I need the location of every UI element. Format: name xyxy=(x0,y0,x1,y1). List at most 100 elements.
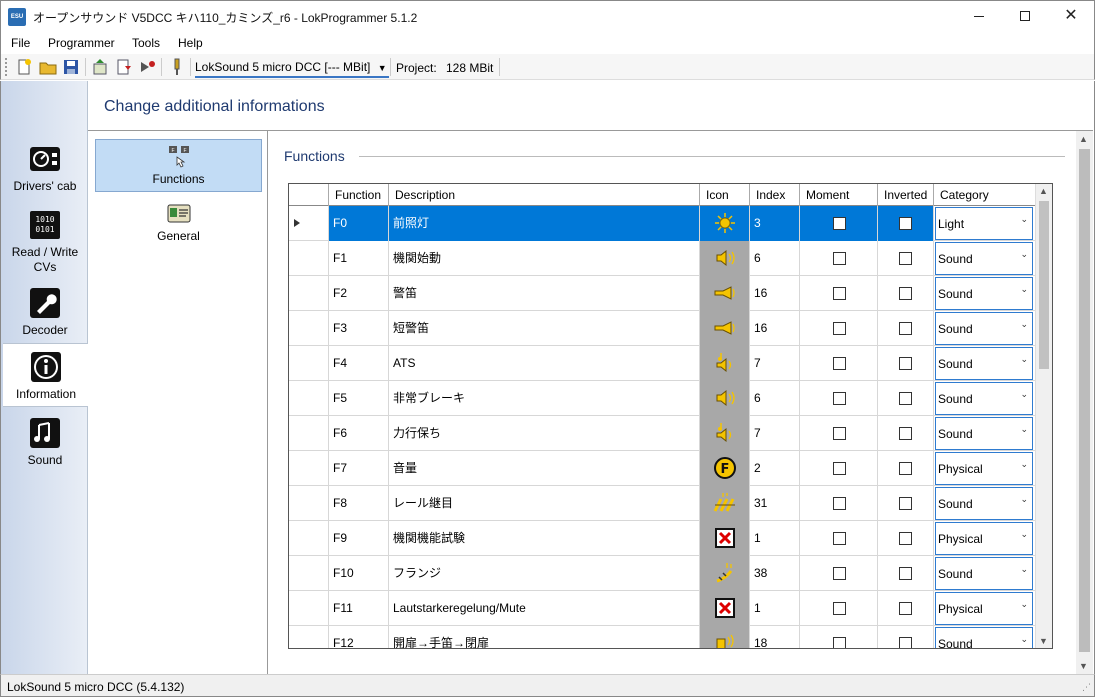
table-row[interactable]: F3 短警笛 16 Sound ⌄ xyxy=(289,311,1036,346)
icon-cell[interactable] xyxy=(700,311,750,346)
function-cell[interactable]: F5 xyxy=(329,381,389,416)
inverted-checkbox[interactable] xyxy=(899,532,912,545)
inverted-checkbox[interactable] xyxy=(899,567,912,580)
icon-cell[interactable] xyxy=(700,346,750,381)
moment-checkbox[interactable] xyxy=(833,427,846,440)
menu-help[interactable]: Help xyxy=(178,36,203,50)
category-select[interactable]: Sound ⌄ xyxy=(935,627,1033,648)
inverted-checkbox[interactable] xyxy=(899,602,912,615)
function-cell[interactable]: F1 xyxy=(329,241,389,276)
column-header-moment[interactable]: Moment xyxy=(800,184,878,206)
icon-cell[interactable] xyxy=(700,591,750,626)
description-cell[interactable]: フランジ xyxy=(389,556,700,591)
table-row[interactable]: F2 警笛 16 Sound ⌄ xyxy=(289,276,1036,311)
moment-checkbox[interactable] xyxy=(833,357,846,370)
function-cell[interactable]: F12 xyxy=(329,626,389,648)
description-cell[interactable]: 前照灯 xyxy=(389,206,700,241)
index-cell[interactable]: 2 xyxy=(750,451,800,486)
write-to-decoder-icon[interactable] xyxy=(115,58,133,76)
moment-checkbox[interactable] xyxy=(833,532,846,545)
index-cell[interactable]: 3 xyxy=(750,206,800,241)
panel-vertical-scrollbar[interactable]: ▲ ▼ xyxy=(1076,131,1093,674)
function-cell[interactable]: F6 xyxy=(329,416,389,451)
save-icon[interactable] xyxy=(62,58,80,76)
row-header-cell[interactable] xyxy=(289,626,329,648)
icon-cell[interactable] xyxy=(700,556,750,591)
menu-programmer[interactable]: Programmer xyxy=(48,36,115,50)
icon-cell[interactable] xyxy=(700,241,750,276)
category-select[interactable]: Sound ⌄ xyxy=(935,382,1033,415)
category-select[interactable]: Physical ⌄ xyxy=(935,452,1033,485)
grid-vertical-scrollbar[interactable]: ▲ ▼ xyxy=(1035,184,1052,648)
table-row[interactable]: F6 力行保ち 7 Sound ⌄ xyxy=(289,416,1036,451)
nav-read-write-cvs[interactable]: 1010 0101 Read / Write CVs xyxy=(1,209,89,275)
scroll-down-icon[interactable]: ▼ xyxy=(1079,661,1088,671)
row-header-cell[interactable] xyxy=(289,416,329,451)
icon-cell[interactable]: F xyxy=(700,451,750,486)
function-cell[interactable]: F11 xyxy=(329,591,389,626)
description-cell[interactable]: 警笛 xyxy=(389,276,700,311)
inverted-checkbox[interactable] xyxy=(899,287,912,300)
resize-grip-icon[interactable]: ⋰ xyxy=(1082,682,1091,693)
column-header-description[interactable]: Description xyxy=(389,184,700,206)
column-header-function[interactable]: Function xyxy=(329,184,389,206)
moment-checkbox[interactable] xyxy=(833,462,846,475)
close-button[interactable]: ✕ xyxy=(1048,1,1094,31)
table-row[interactable]: F5 非常ブレーキ 6 Sound ⌄ xyxy=(289,381,1036,416)
row-header-cell[interactable] xyxy=(289,346,329,381)
column-header-icon[interactable]: Icon xyxy=(700,184,750,206)
scroll-up-icon[interactable]: ▲ xyxy=(1039,186,1048,196)
row-header-cell[interactable] xyxy=(289,241,329,276)
column-header-index[interactable]: Index xyxy=(750,184,800,206)
icon-cell[interactable] xyxy=(700,486,750,521)
icon-cell[interactable] xyxy=(700,276,750,311)
moment-checkbox[interactable] xyxy=(833,602,846,615)
icon-cell[interactable] xyxy=(700,416,750,451)
moment-checkbox[interactable] xyxy=(833,287,846,300)
description-cell[interactable]: ATS xyxy=(389,346,700,381)
index-cell[interactable]: 31 xyxy=(750,486,800,521)
inverted-checkbox[interactable] xyxy=(899,637,912,648)
moment-checkbox[interactable] xyxy=(833,637,846,648)
menu-file[interactable]: File xyxy=(11,36,30,50)
inverted-checkbox[interactable] xyxy=(899,497,912,510)
table-row[interactable]: F0 前照灯 3 Light ⌄ xyxy=(289,206,1036,241)
nav-sound[interactable]: Sound xyxy=(1,417,89,468)
functions-grid[interactable]: Function Description Icon Index Moment I… xyxy=(288,183,1053,649)
subnav-general[interactable]: General xyxy=(95,197,262,250)
row-header-cell[interactable] xyxy=(289,311,329,346)
category-select[interactable]: Sound ⌄ xyxy=(935,242,1033,275)
moment-checkbox[interactable] xyxy=(833,322,846,335)
index-cell[interactable]: 18 xyxy=(750,626,800,648)
moment-checkbox[interactable] xyxy=(833,217,846,230)
icon-cell[interactable] xyxy=(700,206,750,241)
index-cell[interactable]: 38 xyxy=(750,556,800,591)
table-row[interactable]: F1 機関始動 6 Sound ⌄ xyxy=(289,241,1036,276)
index-cell[interactable]: 7 xyxy=(750,416,800,451)
programmer-connection-icon[interactable] xyxy=(168,58,186,76)
write-sound-icon[interactable] xyxy=(138,58,156,76)
description-cell[interactable]: 機関始動 xyxy=(389,241,700,276)
row-header-cell[interactable] xyxy=(289,486,329,521)
description-cell[interactable]: レール継目 xyxy=(389,486,700,521)
moment-checkbox[interactable] xyxy=(833,392,846,405)
minimize-button[interactable] xyxy=(956,1,1002,31)
index-cell[interactable]: 16 xyxy=(750,276,800,311)
row-header-cell[interactable] xyxy=(289,276,329,311)
row-header-cell[interactable] xyxy=(289,381,329,416)
index-cell[interactable]: 6 xyxy=(750,381,800,416)
function-cell[interactable]: F7 xyxy=(329,451,389,486)
function-cell[interactable]: F4 xyxy=(329,346,389,381)
function-cell[interactable]: F3 xyxy=(329,311,389,346)
function-cell[interactable]: F0 xyxy=(329,206,389,241)
decoder-type-dropdown[interactable]: LokSound 5 micro DCC [--- MBit] ▼ xyxy=(195,58,387,76)
function-cell[interactable]: F10 xyxy=(329,556,389,591)
description-cell[interactable]: 力行保ち xyxy=(389,416,700,451)
column-header-category[interactable]: Category xyxy=(934,184,1036,206)
table-row[interactable]: F11 Lautstarkeregelung/Mute 1 Physical ⌄ xyxy=(289,591,1036,626)
open-folder-icon[interactable] xyxy=(39,58,57,76)
grid-scrollbar-thumb[interactable] xyxy=(1039,201,1049,369)
index-cell[interactable]: 1 xyxy=(750,521,800,556)
table-row[interactable]: F10 フランジ 38 Sound ⌄ xyxy=(289,556,1036,591)
moment-checkbox[interactable] xyxy=(833,567,846,580)
